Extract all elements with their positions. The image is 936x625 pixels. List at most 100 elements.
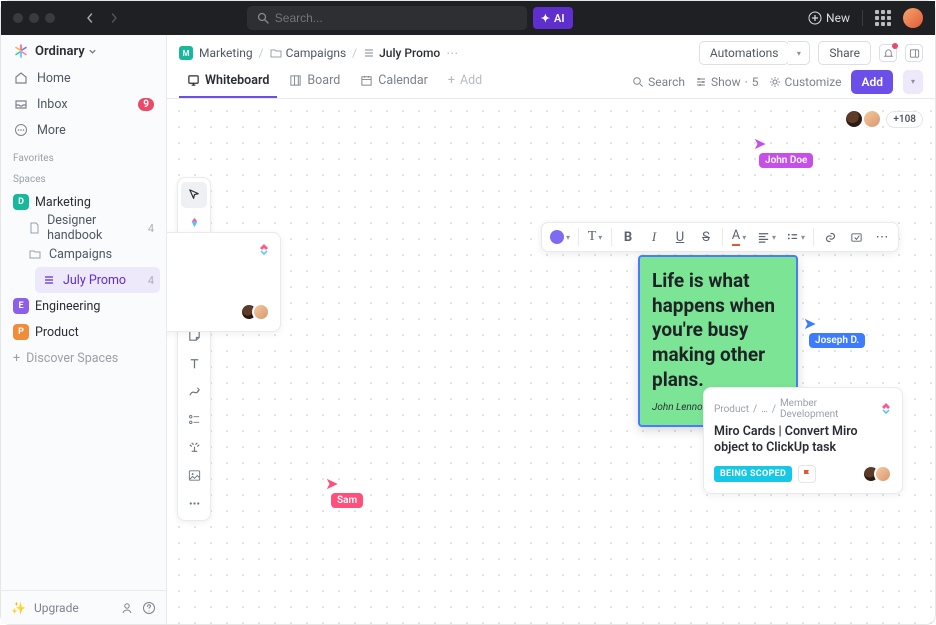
align-icon (757, 231, 770, 244)
list-icon (363, 47, 375, 59)
new-button[interactable]: New (808, 11, 850, 25)
tab-whiteboard[interactable]: Whiteboard (179, 65, 277, 98)
space-marketing[interactable]: DMarketing (7, 189, 160, 215)
favorites-header: Favorites (1, 145, 166, 166)
fmt-strike[interactable]: S (694, 225, 718, 249)
task-convert-icon (850, 231, 863, 244)
notifications-icon[interactable] (879, 44, 897, 62)
breadcrumb-more[interactable]: ⋯ (446, 46, 458, 60)
tool-stamp[interactable] (181, 434, 207, 460)
breadcrumb-campaigns[interactable]: Campaigns (270, 46, 347, 60)
tool-task[interactable] (181, 406, 207, 432)
clickup-logo-icon (880, 402, 892, 417)
sidebar-item-july-promo[interactable]: July Promo4 (35, 267, 160, 293)
workspace-logo-icon (13, 43, 29, 59)
automations-chevron[interactable]: ▾ (788, 41, 810, 65)
sidebar-item-handbook[interactable]: Designer handbook4 (21, 215, 160, 241)
tool-more[interactable] (181, 490, 207, 516)
breadcrumb-current[interactable]: July Promo (363, 46, 440, 60)
plus-circle-icon (808, 11, 822, 25)
search-icon (632, 76, 644, 88)
tab-calendar[interactable]: Calendar (352, 65, 436, 98)
remote-cursor-joseph: ➤ Joseph D. (803, 319, 865, 348)
text-format-toolbar: ▾ T▾ B I U S A▾ ▾ ▾ ⋯ (541, 222, 899, 252)
task-card[interactable]: pment nsnt (167, 232, 281, 332)
space-product[interactable]: PProduct (7, 319, 160, 345)
note-quote[interactable]: Life is what happens when you're busy ma… (652, 269, 784, 392)
fmt-list[interactable]: ▾ (782, 225, 809, 249)
window-controls[interactable] (13, 13, 55, 23)
view-show[interactable]: Show·5 (695, 75, 759, 89)
card-crumb[interactable]: … (761, 404, 768, 415)
nav-more[interactable]: More (7, 117, 160, 143)
tool-text[interactable] (181, 350, 207, 376)
panel-toggle-icon[interactable] (905, 44, 923, 62)
status-tag[interactable]: BEING SCOPED (714, 466, 792, 482)
user-avatar[interactable] (903, 8, 923, 28)
automations-button[interactable]: Automations (699, 41, 790, 65)
card-crumb[interactable]: Member Development (780, 398, 876, 420)
sidebar-item-campaigns[interactable]: Campaigns (21, 241, 160, 267)
presence-avatar[interactable] (844, 109, 864, 129)
whiteboard-canvas[interactable]: +108 ➤ John Doe (167, 99, 935, 624)
folder-icon (270, 47, 282, 59)
global-search[interactable] (247, 6, 527, 30)
whiteboard-icon (187, 74, 200, 87)
breadcrumb-space-chip: M (179, 46, 193, 60)
help-icon[interactable] (142, 601, 156, 615)
tool-image[interactable] (181, 462, 207, 488)
breadcrumb: M Marketing / Campaigns / July Promo ⋯ A… (167, 35, 935, 65)
view-customize[interactable]: Customize (769, 75, 842, 89)
fmt-underline[interactable]: U (668, 225, 692, 249)
sliders-icon (695, 76, 707, 88)
presence-overflow[interactable]: +108 (886, 111, 923, 128)
apps-grid-icon[interactable] (875, 10, 891, 26)
nav-home[interactable]: Home (7, 65, 160, 91)
remote-cursor-sam: ➤ Sam (325, 479, 363, 508)
fmt-link[interactable] (818, 225, 842, 249)
fmt-font[interactable]: T▾ (583, 225, 607, 249)
fmt-color[interactable]: ▾ (546, 225, 574, 249)
fmt-italic[interactable]: I (642, 225, 666, 249)
ai-button[interactable]: ✦AI (533, 7, 573, 29)
task-card[interactable]: Product/ …/ Member Development Miro Card… (703, 387, 903, 494)
canvas-toolbar (177, 177, 211, 521)
share-button[interactable]: Share (818, 41, 871, 65)
add-button-chevron[interactable]: ▾ (903, 70, 923, 94)
fmt-task[interactable] (844, 225, 868, 249)
tab-board[interactable]: Board (281, 65, 348, 98)
card-title[interactable]: Miro Cards | Convert Miro object to Clic… (714, 424, 892, 457)
fmt-bold[interactable]: B (616, 225, 640, 249)
space-badge: D (13, 194, 29, 210)
board-icon (289, 74, 302, 87)
more-dots-icon (13, 123, 29, 137)
nav-inbox[interactable]: Inbox9 (7, 91, 160, 117)
fmt-align[interactable]: ▾ (753, 225, 780, 249)
priority-flag-icon[interactable] (798, 465, 816, 483)
breadcrumb-marketing[interactable]: Marketing (199, 46, 253, 60)
tool-select[interactable] (181, 182, 207, 208)
search-input[interactable] (275, 11, 517, 25)
inbox-badge: 9 (138, 98, 154, 111)
space-engineering[interactable]: EEngineering (7, 293, 160, 319)
inbox-icon (13, 97, 29, 111)
tool-connector[interactable] (181, 378, 207, 404)
discover-spaces[interactable]: +Discover Spaces (7, 345, 160, 371)
spaces-header: Spaces (1, 166, 166, 187)
fmt-more[interactable]: ⋯ (870, 225, 894, 249)
doc-icon (27, 222, 41, 234)
nav-forward-button[interactable] (103, 7, 125, 29)
link-icon (824, 231, 837, 244)
presence-avatar[interactable] (862, 109, 882, 129)
upgrade-link[interactable]: Upgrade (34, 601, 79, 615)
user-icon[interactable] (120, 601, 134, 615)
fmt-text-color[interactable]: A▾ (727, 225, 751, 249)
view-search[interactable]: Search (632, 75, 685, 89)
add-button[interactable]: Add (851, 70, 893, 94)
tab-add-view[interactable]: +Add (440, 65, 490, 98)
space-badge: E (13, 298, 29, 314)
gear-icon (769, 76, 781, 88)
workspace-switcher[interactable]: Ordinary (1, 35, 166, 63)
card-crumb[interactable]: Product (714, 404, 749, 415)
nav-back-button[interactable] (79, 7, 101, 29)
